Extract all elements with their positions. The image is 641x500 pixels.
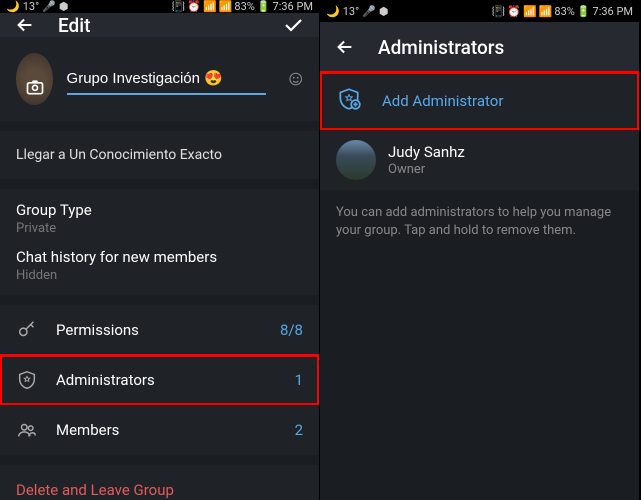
group-description[interactable]: Llegar a Un Conocimiento Exacto: [0, 131, 319, 179]
add-administrator-label: Add Administrator: [382, 92, 623, 110]
phone-right-administrators: 🌙 13° 🎤 ⬢ 📳 ⏰ 📶 📶 83% 🔋 7:36 PM Administ…: [320, 0, 640, 500]
chat-history-label: Chat history for new members: [16, 248, 217, 266]
emoji-icon[interactable]: [288, 68, 303, 90]
battery-icon: 🔋: [257, 0, 271, 13]
battery-icon: 🔋: [577, 5, 591, 18]
signal-icon: 📶: [203, 0, 217, 13]
mic-icon: 🎤: [42, 0, 56, 13]
permissions-value: 8/8: [280, 321, 303, 339]
battery-text: 83%: [554, 5, 574, 18]
administrators-value: 1: [295, 371, 303, 389]
member-avatar: [336, 140, 376, 180]
group-type-row[interactable]: Group Type Private: [0, 189, 319, 242]
vibrate-icon: 📳: [492, 5, 506, 18]
time-text: 7:36 PM: [593, 5, 633, 18]
moon-icon: 🌙: [326, 5, 340, 18]
battery-text: 83%: [234, 0, 254, 13]
temp-text: 13°: [23, 0, 39, 13]
people-icon: [16, 419, 56, 441]
phone-left-edit: 🌙 13° 🎤 ⬢ 📳 ⏰ 📶 📶 83% 🔋 7:36 PM Edit Lle…: [0, 0, 320, 500]
page-title: Administrators: [378, 36, 625, 59]
administrators-row[interactable]: Administrators 1: [0, 355, 319, 405]
signal-icon: 📶: [539, 5, 553, 18]
group-type-label: Group Type: [16, 201, 92, 219]
permissions-row[interactable]: Permissions 8/8: [0, 305, 319, 355]
key-icon: [16, 319, 56, 341]
back-arrow-icon[interactable]: [334, 36, 356, 58]
group-name-input[interactable]: [67, 64, 266, 95]
app-icon: ⬢: [379, 5, 389, 18]
members-row[interactable]: Members 2: [0, 405, 319, 455]
delete-leave-button[interactable]: Delete and Leave Group: [0, 465, 319, 500]
check-icon[interactable]: [281, 13, 305, 37]
help-text: You can add administrators to help you m…: [320, 190, 639, 254]
settings-block: Group Type Private Chat history for new …: [0, 189, 319, 295]
chat-history-row[interactable]: Chat history for new members Hidden: [0, 242, 319, 295]
management-block: Permissions 8/8 Administrators 1 Members…: [0, 305, 319, 455]
chat-history-value: Hidden: [16, 268, 217, 283]
alarm-icon: ⏰: [187, 0, 201, 13]
moon-icon: 🌙: [6, 0, 20, 13]
permissions-label: Permissions: [56, 321, 280, 339]
group-avatar[interactable]: [16, 53, 53, 105]
back-arrow-icon[interactable]: [14, 14, 36, 36]
statusbar: 🌙 13° 🎤 ⬢ 📳 ⏰ 📶 📶 83% 🔋 7:36 PM: [320, 0, 639, 22]
page-title: Edit: [58, 14, 259, 37]
signal-icon: 📶: [523, 5, 537, 18]
mic-icon: 🎤: [362, 5, 376, 18]
administrators-label: Administrators: [56, 371, 295, 389]
alarm-icon: ⏰: [507, 5, 521, 18]
statusbar: 🌙 13° 🎤 ⬢ 📳 ⏰ 📶 📶 83% 🔋 7:36 PM: [0, 0, 319, 13]
shield-star-icon: [16, 369, 56, 391]
add-administrator-button[interactable]: Add Administrator: [320, 72, 639, 130]
header: Edit: [0, 13, 319, 37]
member-role: Owner: [388, 162, 465, 177]
group-header-edit: [0, 37, 319, 121]
group-type-value: Private: [16, 221, 92, 236]
camera-icon: [24, 77, 46, 97]
signal-icon: 📶: [219, 0, 233, 13]
shield-plus-icon: [336, 86, 382, 116]
admin-member-row[interactable]: Judy Sanhz Owner: [320, 130, 639, 190]
temp-text: 13°: [343, 5, 359, 18]
app-icon: ⬢: [59, 0, 69, 13]
member-name: Judy Sanhz: [388, 143, 465, 161]
time-text: 7:36 PM: [273, 0, 313, 13]
header: Administrators: [320, 22, 639, 72]
vibrate-icon: 📳: [172, 0, 186, 13]
members-label: Members: [56, 421, 295, 439]
empty-space: [320, 254, 639, 500]
members-value: 2: [295, 421, 303, 439]
